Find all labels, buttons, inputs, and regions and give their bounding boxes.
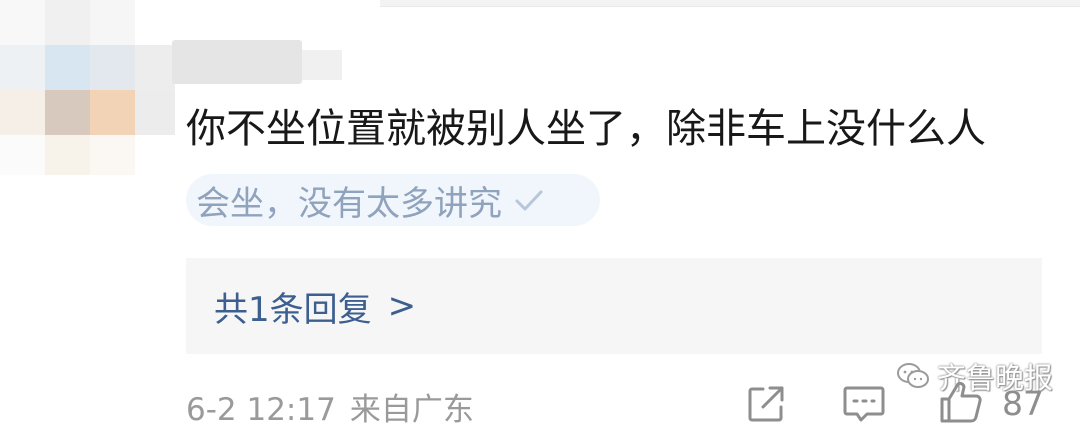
username-blurred[interactable]: [172, 40, 302, 84]
check-icon: [515, 190, 543, 211]
comment-time: 6-2 12:17: [186, 392, 336, 428]
replies-count-label: 共1条回复: [214, 289, 372, 330]
view-replies-button[interactable]: 共1条回复 >: [186, 258, 1042, 354]
like-count: 87: [1002, 384, 1044, 423]
comment-location: 来自广东: [349, 392, 474, 428]
chevron-right-icon: >: [387, 286, 417, 326]
wechat-logo-icon: [897, 363, 929, 388]
tag-label: 会坐，没有太多讲究: [196, 183, 502, 224]
share-icon[interactable]: [746, 384, 786, 424]
thumbs-up-icon[interactable]: [938, 380, 984, 424]
comment-icon[interactable]: [842, 384, 886, 424]
top-divider: [380, 0, 1080, 7]
comment-text: 你不坐位置就被别人坐了，除非车上没什么人: [186, 106, 986, 152]
avatar[interactable]: [0, 0, 175, 175]
username-blurred-tail: [302, 50, 342, 80]
author-reply-tag: 会坐，没有太多讲究: [186, 174, 600, 226]
comment-meta: 6-2 12:17 来自广东: [186, 384, 474, 429]
